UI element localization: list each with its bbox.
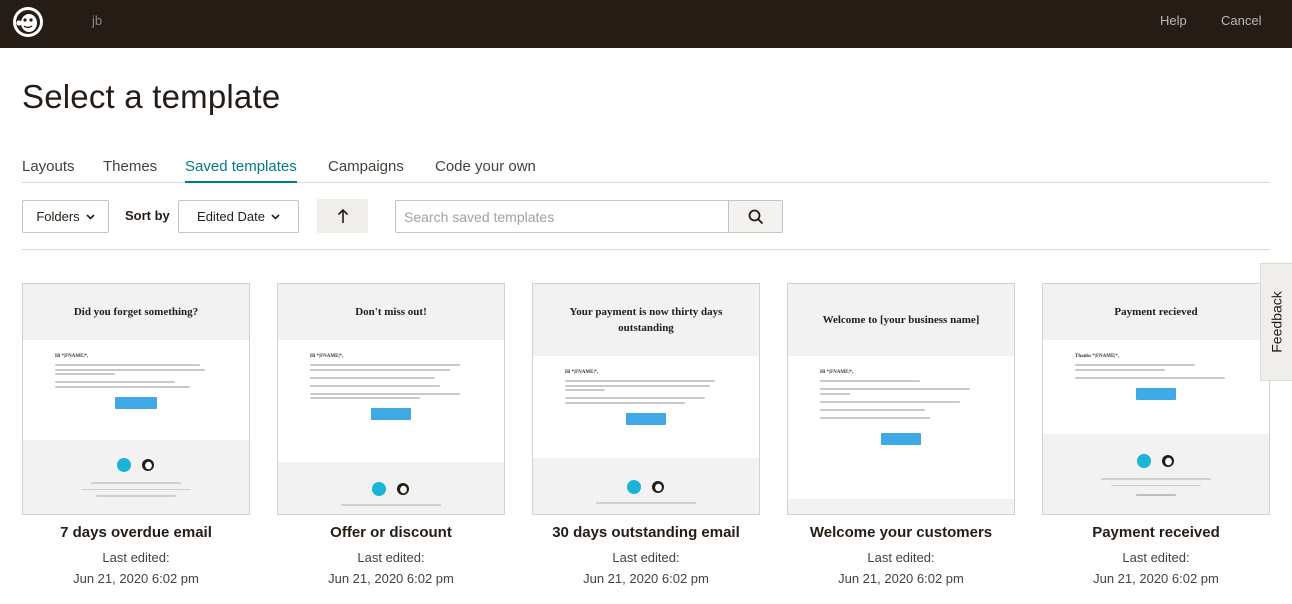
template-name[interactable]: Welcome your customers	[787, 524, 1015, 541]
preview-cta	[371, 408, 411, 420]
last-edited: Last edited: Jun 21, 2020 6:02 pm	[787, 547, 1015, 589]
preview-heading: Don't miss out!	[278, 284, 504, 340]
mailchimp-logo-icon	[397, 483, 409, 495]
mailchimp-logo-icon	[1162, 455, 1174, 467]
preview-cta	[881, 432, 921, 445]
template-preview[interactable]: Welcome to [your business name] Hi *|FNA…	[787, 283, 1015, 515]
arrow-up-icon	[337, 208, 348, 223]
last-edited: Last edited: Jun 21, 2020 6:02 pm	[1042, 547, 1270, 589]
template-card[interactable]: Did you forget something? Hi *|FNAME|*, …	[22, 283, 250, 589]
last-edited: Last edited: Jun 21, 2020 6:02 pm	[22, 547, 250, 589]
preview-body: Hi *|FNAME|*,	[533, 356, 759, 460]
preview-body: Hi *|FNAME|*,	[278, 340, 504, 464]
tab-themes[interactable]: Themes	[103, 158, 157, 183]
feedback-label: Feedback	[1268, 291, 1285, 353]
template-preview[interactable]: Payment recieved Thanks *|FNAME|*,	[1042, 283, 1270, 515]
template-name[interactable]: Payment received	[1042, 524, 1270, 541]
xero-icon	[1137, 454, 1151, 468]
last-edited-date: Jun 21, 2020 6:02 pm	[583, 571, 709, 586]
feedback-tab[interactable]: Feedback	[1260, 263, 1292, 381]
template-card[interactable]: Welcome to [your business name] Hi *|FNA…	[787, 283, 1015, 589]
preview-body: Hi *|FNAME|*,	[23, 340, 249, 441]
template-name[interactable]: 30 days outstanding email	[532, 524, 760, 541]
mailchimp-logo-icon	[142, 459, 154, 471]
last-edited-label: Last edited:	[357, 550, 425, 565]
last-edited-date: Jun 21, 2020 6:02 pm	[73, 571, 199, 586]
preview-footer	[533, 458, 759, 514]
search-box	[395, 200, 783, 233]
last-edited-label: Last edited:	[102, 550, 170, 565]
template-card[interactable]: Payment recieved Thanks *|FNAME|*, Payme…	[1042, 283, 1270, 589]
preview-heading: Did you forget something?	[23, 284, 249, 340]
preview-heading: Your payment is now thirty days outstand…	[533, 284, 759, 356]
sort-select[interactable]: Edited Date	[178, 200, 299, 233]
template-name[interactable]: 7 days overdue email	[22, 524, 250, 541]
last-edited: Last edited: Jun 21, 2020 6:02 pm	[277, 547, 505, 589]
last-edited-date: Jun 21, 2020 6:02 pm	[328, 571, 454, 586]
tab-code-your-own[interactable]: Code your own	[435, 158, 536, 183]
preview-cta	[1136, 387, 1176, 400]
template-preview[interactable]: Did you forget something? Hi *|FNAME|*,	[22, 283, 250, 515]
folders-dropdown[interactable]: Folders	[22, 200, 109, 233]
xero-icon	[117, 458, 131, 472]
last-edited-label: Last edited:	[867, 550, 935, 565]
preview-footer	[1043, 434, 1269, 514]
chevron-down-icon	[86, 213, 95, 220]
tab-campaigns[interactable]: Campaigns	[328, 158, 404, 183]
folders-label: Folders	[36, 209, 80, 224]
help-link[interactable]: Help	[1160, 13, 1187, 28]
page-title: Select a template	[22, 78, 281, 115]
template-preview[interactable]: Don't miss out! Hi *|FNAME|*,	[277, 283, 505, 515]
xero-icon	[372, 482, 386, 496]
sort-value: Edited Date	[197, 209, 265, 224]
preview-cta	[626, 412, 666, 425]
account-name[interactable]: jb	[92, 13, 102, 28]
search-button[interactable]	[728, 201, 782, 232]
last-edited: Last edited: Jun 21, 2020 6:02 pm	[532, 547, 760, 589]
chevron-down-icon	[271, 213, 280, 220]
sort-direction-button[interactable]	[317, 199, 368, 233]
preview-heading: Welcome to [your business name]	[788, 284, 1014, 356]
preview-heading: Payment recieved	[1043, 284, 1269, 340]
mailchimp-logo-icon[interactable]	[10, 4, 46, 40]
tab-layouts[interactable]: Layouts	[22, 158, 75, 183]
preview-cta	[115, 396, 157, 409]
preview-body: Thanks *|FNAME|*,	[1043, 340, 1269, 436]
template-card[interactable]: Your payment is now thirty days outstand…	[532, 283, 760, 589]
template-card[interactable]: Don't miss out! Hi *|FNAME|*, Offer or d…	[277, 283, 505, 589]
template-preview[interactable]: Your payment is now thirty days outstand…	[532, 283, 760, 515]
last-edited-label: Last edited:	[612, 550, 680, 565]
last-edited-date: Jun 21, 2020 6:02 pm	[1093, 571, 1219, 586]
template-name[interactable]: Offer or discount	[277, 524, 505, 541]
last-edited-label: Last edited:	[1122, 550, 1190, 565]
preview-body: Hi *|FNAME|*,	[788, 356, 1014, 501]
preview-footer	[23, 440, 249, 514]
sort-by-label: Sort by	[125, 208, 170, 223]
toolbar-divider	[22, 249, 1270, 250]
search-icon	[748, 209, 763, 224]
top-bar: jb Help Cancel	[0, 0, 1292, 48]
preview-footer	[788, 499, 1014, 514]
tab-saved-templates[interactable]: Saved templates	[185, 158, 297, 183]
template-tabs: Layouts Themes Saved templates Campaigns…	[22, 158, 1270, 183]
search-input[interactable]	[396, 201, 728, 232]
mailchimp-logo-icon	[652, 481, 664, 493]
preview-footer	[278, 462, 504, 514]
xero-icon	[627, 480, 641, 494]
cancel-link[interactable]: Cancel	[1221, 13, 1261, 28]
last-edited-date: Jun 21, 2020 6:02 pm	[838, 571, 964, 586]
